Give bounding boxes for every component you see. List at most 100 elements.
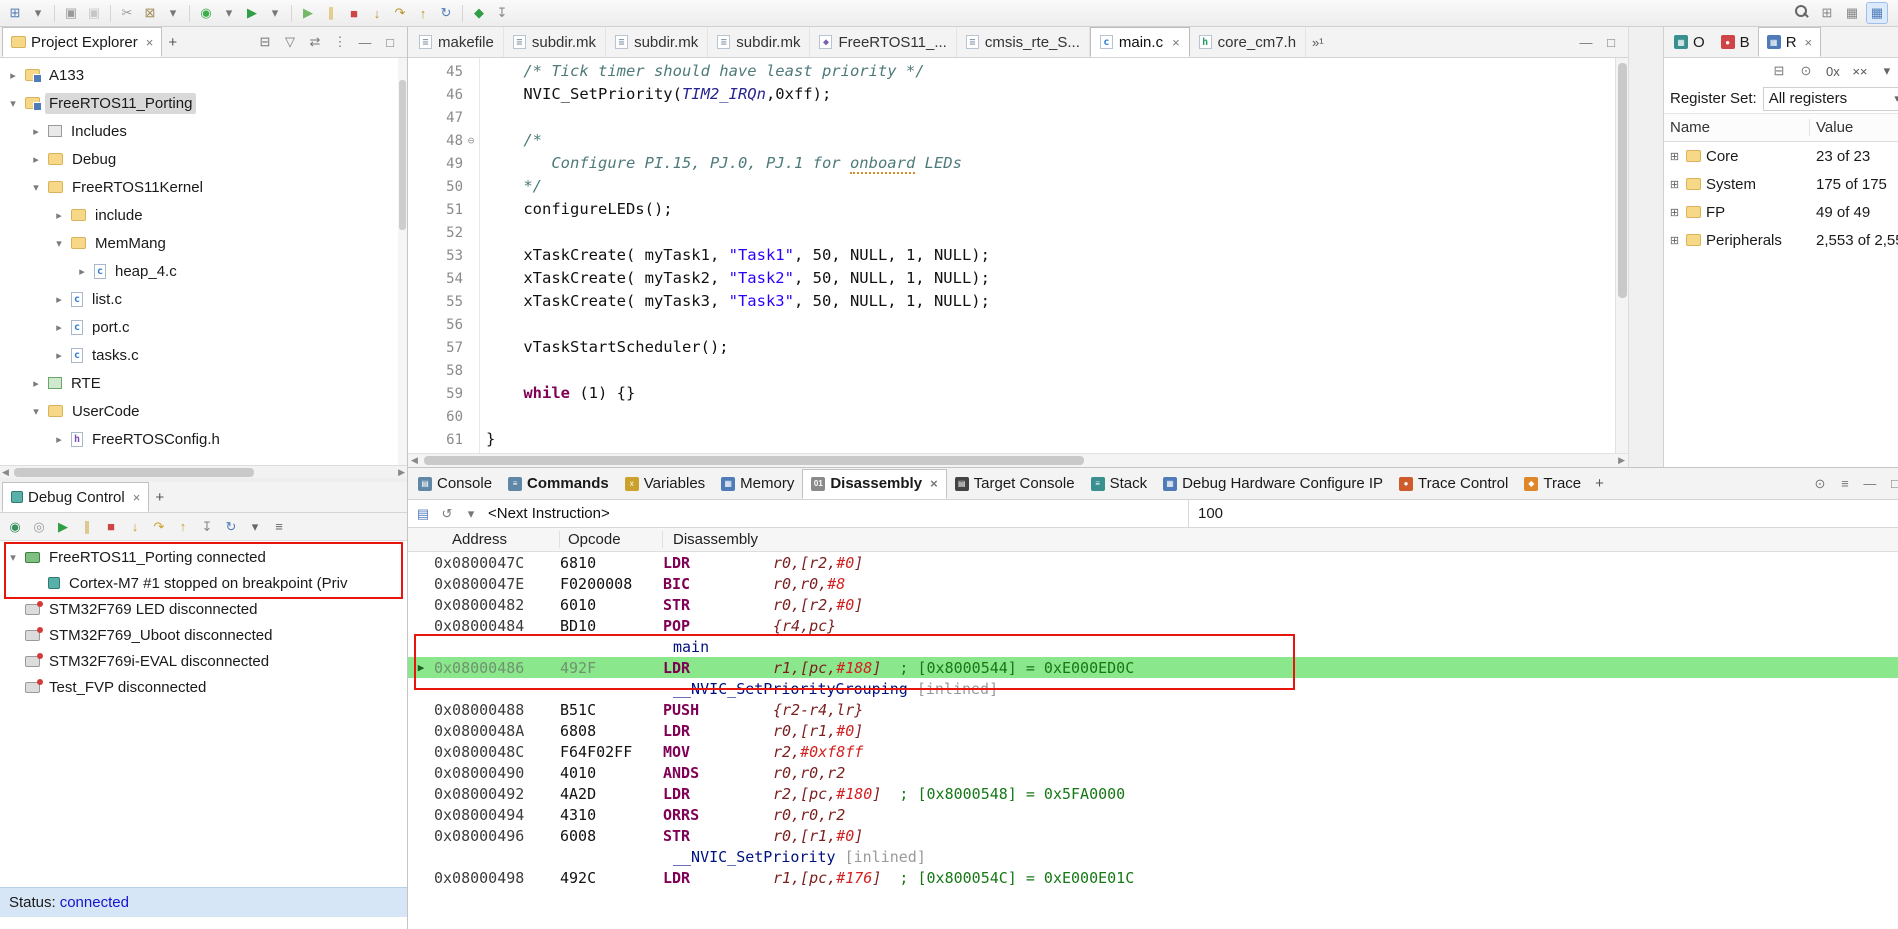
debug-target-item-stm32f769i-eval-disconnected[interactable]: STM32F769i-EVAL disconnected xyxy=(0,648,407,674)
view-menu-icon[interactable]: ≡ xyxy=(1834,473,1856,495)
disassembly-label-row[interactable]: main xyxy=(408,636,1898,657)
pin-icon[interactable]: ⊙ xyxy=(1795,60,1817,82)
collapsed-arrow-icon[interactable]: ▸ xyxy=(75,265,89,278)
project-item-debug[interactable]: ▸Debug xyxy=(0,145,407,173)
expanded-arrow-icon[interactable]: ▾ xyxy=(6,97,20,110)
code-editor[interactable]: /* Tick timer should have least priority… xyxy=(480,58,1628,453)
scroll-left-icon[interactable]: ◀ xyxy=(2,467,9,478)
code-line[interactable]: xTaskCreate( myTask1, "Task1", 50, NULL,… xyxy=(486,244,1628,267)
view-menu-icon[interactable]: ≡ xyxy=(268,516,290,538)
editor-tab-subdir-mk[interactable]: ≡subdir.mk xyxy=(504,27,606,57)
collapsed-arrow-icon[interactable]: ▸ xyxy=(6,69,20,82)
chevron-down-icon[interactable]: ▾ xyxy=(1894,92,1898,105)
register-group-row[interactable]: ⊞FP49 of 49 xyxy=(1664,198,1898,226)
collapsed-arrow-icon[interactable]: ▸ xyxy=(52,209,66,222)
expanded-arrow-icon[interactable]: ▾ xyxy=(29,405,43,418)
scroll-right-icon[interactable]: ▶ xyxy=(1618,455,1625,466)
expand-plus-icon[interactable]: ⊞ xyxy=(1668,206,1681,219)
project-item-freertosconfig-h[interactable]: ▸FreeRTOSConfig.h xyxy=(0,425,407,453)
project-item-a133[interactable]: ▸A133 xyxy=(0,61,407,89)
tab-memory[interactable]: ▦Memory xyxy=(713,469,802,499)
tab-commands[interactable]: ≡Commands xyxy=(500,469,617,499)
collapse-all-icon[interactable]: ⊟ xyxy=(1768,60,1790,82)
editor-registers-sash[interactable] xyxy=(1628,27,1663,467)
minimize-icon[interactable]: — xyxy=(1859,473,1881,495)
project-item-rte[interactable]: ▸RTE xyxy=(0,369,407,397)
open-perspective-icon[interactable]: ⊞ xyxy=(1816,2,1838,24)
editor-tab-core-cm7-h[interactable]: hcore_cm7.h xyxy=(1190,27,1306,57)
scrollbar-thumb[interactable] xyxy=(1618,63,1627,298)
disassembly-row[interactable]: 0x0800047C6810LDRr0,[r2,#0] xyxy=(408,552,1898,573)
register-group-row[interactable]: ⊞System175 of 175 xyxy=(1664,170,1898,198)
editor-hscrollbar[interactable]: ◀ ▶ xyxy=(408,453,1628,467)
scrollbar-thumb[interactable] xyxy=(14,468,254,477)
project-item-usercode[interactable]: ▾UserCode xyxy=(0,397,407,425)
scroll-left-icon[interactable]: ◀ xyxy=(411,455,418,466)
debug-target-item-stm32f769-led-disconnected[interactable]: STM32F769 LED disconnected xyxy=(0,596,407,622)
disassembly-row[interactable]: 0x0800047EF0200008BICr0,r0,#8 xyxy=(408,573,1898,594)
debug-dropdown-icon[interactable]: ▾ xyxy=(218,2,240,24)
close-tab-icon[interactable]: × xyxy=(1805,35,1813,50)
expanded-arrow-icon[interactable]: ▾ xyxy=(29,181,43,194)
tab-trace-control[interactable]: ●Trace Control xyxy=(1391,469,1516,499)
connect-icon[interactable]: ◉ xyxy=(4,516,26,538)
disassembly-row[interactable]: 0x080004966008STRr0,[r1,#0] xyxy=(408,825,1898,846)
code-line[interactable]: xTaskCreate( myTask2, "Task2", 50, NULL,… xyxy=(486,267,1628,290)
tab-trace[interactable]: ◆Trace xyxy=(1516,469,1589,499)
clear-format-icon[interactable]: ×× xyxy=(1849,60,1871,82)
disassembly-label-row[interactable]: __NVIC_SetPriority [inlined] xyxy=(408,846,1898,867)
code-line[interactable]: configureLEDs(); xyxy=(486,198,1628,221)
project-item-freertos11-porting[interactable]: ▾FreeRTOS11_Porting xyxy=(0,89,407,117)
restart-icon[interactable]: ↻ xyxy=(435,2,457,24)
step-return-icon[interactable]: ↑ xyxy=(412,2,434,24)
suspend-icon[interactable]: ∥ xyxy=(320,2,342,24)
editor-body[interactable]: 45464748⊖49505152535455565758596061 /* T… xyxy=(408,58,1628,453)
collapsed-arrow-icon[interactable]: ▸ xyxy=(29,377,43,390)
project-item-freertos11kernel[interactable]: ▾FreeRTOS11Kernel xyxy=(0,173,407,201)
expanded-arrow-icon[interactable]: ▾ xyxy=(6,551,20,564)
minimize-icon[interactable]: — xyxy=(354,31,376,53)
code-line[interactable]: xTaskCreate( myTask3, "Task3", 50, NULL,… xyxy=(486,290,1628,313)
code-line[interactable]: vTaskStartScheduler(); xyxy=(486,336,1628,359)
maximize-icon[interactable]: □ xyxy=(1600,31,1622,53)
debug-perspective-icon[interactable]: ▦ xyxy=(1866,2,1888,24)
maximize-icon[interactable]: □ xyxy=(379,31,401,53)
tab-disassembly[interactable]: 01Disassembly× xyxy=(802,469,946,499)
menu-dropdown-icon[interactable]: ▾ xyxy=(1876,60,1898,82)
collapsed-arrow-icon[interactable]: ▸ xyxy=(29,125,43,138)
code-line[interactable]: Configure PI.15, PJ.0, PJ.1 for onboard … xyxy=(486,152,1628,175)
new-view-tab-icon[interactable]: + xyxy=(1589,475,1610,492)
disassembly-row[interactable]: 0x08000484BD10POP{r4,pc} xyxy=(408,615,1898,636)
tab-target-console[interactable]: ▤Target Console xyxy=(947,469,1083,499)
expand-plus-icon[interactable]: ⊞ xyxy=(1668,234,1681,247)
collapsed-arrow-icon[interactable]: ▸ xyxy=(52,349,66,362)
editor-tab-cmsis-rte-s[interactable]: ≡cmsis_rte_S... xyxy=(957,27,1090,57)
new-view-tab-icon[interactable]: + xyxy=(162,34,183,51)
disassembly-row[interactable]: 0x080004826010STRr0,[r2,#0] xyxy=(408,594,1898,615)
project-explorer-hscrollbar[interactable]: ◀ ▶ xyxy=(0,465,407,478)
debug-target-item-test-fvp-disconnected[interactable]: Test_FVP disconnected xyxy=(0,674,407,700)
build-dropdown-icon[interactable]: ▾ xyxy=(162,2,184,24)
registers-name-column-header[interactable]: Name xyxy=(1664,119,1810,136)
project-item-tasks-c[interactable]: ▸tasks.c xyxy=(0,341,407,369)
register-group-row[interactable]: ⊞Peripherals2,553 of 2,553 xyxy=(1664,226,1898,254)
project-explorer-vscrollbar[interactable] xyxy=(398,58,407,465)
tab-debug-control[interactable]: Debug Control × xyxy=(2,482,149,512)
disconnect-icon[interactable]: ◎ xyxy=(28,516,50,538)
close-tab-icon[interactable]: × xyxy=(146,35,154,50)
project-item-port-c[interactable]: ▸port.c xyxy=(0,313,407,341)
disassembly-label-row[interactable]: __NVIC_SetPriorityGrouping [inlined] xyxy=(408,678,1898,699)
code-line[interactable]: } xyxy=(486,428,1628,451)
editor-tab-subdir-mk[interactable]: ≡subdir.mk xyxy=(708,27,810,57)
disassembly-row[interactable]: 0x080004924A2DLDRr2,[pc,#180] ; [0x80005… xyxy=(408,783,1898,804)
disassembly-row[interactable]: 0x08000498492CLDRr1,[pc,#176] ; [0x80005… xyxy=(408,867,1898,888)
editor-tab-subdir-mk[interactable]: ≡subdir.mk xyxy=(606,27,708,57)
c-perspective-icon[interactable]: ▦ xyxy=(1841,2,1863,24)
project-item-list-c[interactable]: ▸list.c xyxy=(0,285,407,313)
scrollbar-thumb[interactable] xyxy=(424,456,1084,465)
run-icon[interactable]: ▶ xyxy=(241,2,263,24)
project-item-include[interactable]: ▸include xyxy=(0,201,407,229)
close-tab-icon[interactable]: × xyxy=(930,476,938,491)
minimize-icon[interactable]: — xyxy=(1575,31,1597,53)
editor-tab-freertos11[interactable]: ◆FreeRTOS11_... xyxy=(810,27,956,57)
